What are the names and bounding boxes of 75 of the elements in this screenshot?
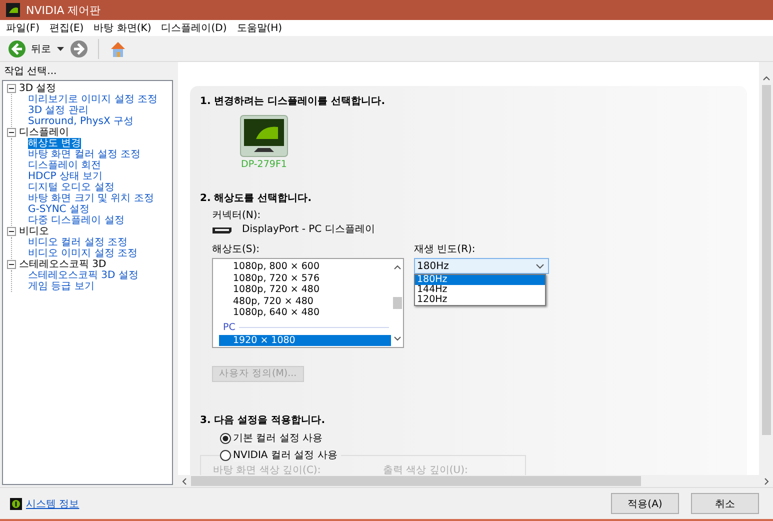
collapse-icon[interactable] [7,128,16,137]
tree-item[interactable]: 3D 설정 [19,83,56,94]
tree-item[interactable]: 스테레오스코픽 3D [19,259,106,270]
scroll-thumb[interactable] [191,476,641,486]
collapse-icon[interactable] [7,84,16,93]
resolution-list[interactable]: 1080p, 800 × 600 1080p, 720 × 576 1080p, 720 × 480 480p, 720 × 480 1080p, 640 × 480 PC 1920 × 1080 [212,258,404,348]
collapse-icon[interactable] [7,260,16,269]
scroll-up-icon[interactable] [762,76,770,81]
home-icon[interactable] [109,40,127,58]
tree-item[interactable]: 디스플레이 [19,127,69,138]
scroll-up-icon[interactable] [394,265,400,270]
dropdown-option[interactable]: 180Hz [415,275,545,285]
section-heading: 2. 해상도를 선택합니다. [200,192,313,206]
tree-item[interactable]: 비디오 컬러 설정 조정 [28,237,128,248]
app-icon [6,3,20,17]
dialog-button[interactable]: 취소 [691,493,759,514]
field-label: 해상도(S): [212,244,261,256]
tree-item[interactable]: 바탕 화면 크기 및 위치 조정 [28,193,154,204]
port-icon [212,226,232,234]
list-item[interactable]: 1080p, 640 × 480 [219,307,391,318]
tree-item[interactable]: 디지털 오디오 설정 [28,182,114,193]
tree-item[interactable]: 디스플레이 회전 [28,160,102,171]
radio-label[interactable]: NVIDIA 컬러 설정 사용 [233,449,342,462]
list-item[interactable]: 480p, 720 × 480 [219,296,391,307]
radio-button[interactable] [220,450,231,461]
list-item[interactable]: 1080p, 720 × 480 [219,284,391,296]
forward-arrow-icon[interactable] [70,40,88,58]
tree-item[interactable]: Surround, PhysX 구성 [28,116,134,127]
menu-item[interactable]: 도움말(H) [236,21,282,35]
back-button[interactable]: 뒤로 [8,40,51,58]
tree-item[interactable]: 스테레오스코픽 3D 설정 [28,270,138,281]
connector-value: DisplayPort - PC 디스플레이 [242,224,375,236]
window-title: NVIDIA 제어판 [26,2,101,18]
tree-item[interactable]: 해상도 변경 [28,138,82,149]
field-label: 출력 색상 깊이(U): [383,465,469,475]
scroll-down-icon[interactable] [394,336,400,341]
tree-item[interactable]: 바탕 화면 컬러 설정 조정 [28,149,141,160]
dropdown-option[interactable]: 144Hz [415,285,545,295]
scroll-right-icon[interactable] [764,478,769,484]
section-heading: 1. 변경하려는 디스플레이를 선택합니다. [200,95,386,109]
monitor-icon[interactable] [240,115,288,157]
scroll-thumb[interactable] [762,85,770,435]
menu-item[interactable]: 바탕 화면(K) [94,21,152,35]
tree-item[interactable]: 다중 디스플레이 설정 [28,215,124,226]
panel-heading: 작업 선택... [3,65,58,79]
menu-item[interactable]: 편집(E) [50,21,84,35]
menu-item[interactable]: 파일(F) [6,21,40,35]
dialog-button[interactable]: 적용(A) [611,493,679,514]
field-label: 재생 빈도(R): [414,244,476,256]
scroll-left-icon[interactable] [182,478,187,484]
refresh-rate-dropdown[interactable]: 180Hz [414,258,549,274]
chevron-down-icon [536,264,544,268]
tree-item[interactable]: 비디오 [19,226,49,237]
system-info-link[interactable]: 시스템 정보 [26,496,80,510]
back-arrow-icon [8,40,26,58]
tree-item[interactable]: 미리보기로 이미지 설정 조정 [28,94,158,105]
field-label: 바탕 화면 색상 깊이(C): [213,465,322,475]
dropdown-option[interactable]: 120Hz [415,295,545,305]
radio-button[interactable] [220,433,231,444]
tree-item[interactable]: G-SYNC 설정 [28,204,90,215]
dropdown-arrow-icon[interactable] [57,46,64,50]
menu-item[interactable]: 디스플레이(D) [161,21,227,35]
scroll-thumb[interactable] [392,297,402,309]
tree-item[interactable]: 게임 등급 보기 [28,281,94,292]
tree-item[interactable]: 3D 설정 관리 [28,105,88,116]
list-item[interactable]: 1920 × 1080 [219,334,391,346]
tree-item[interactable]: 비디오 이미지 설정 조정 [28,248,138,259]
field-label: 커넥터(N): [212,210,262,222]
collapse-icon[interactable] [7,227,16,236]
section-heading: 3. 다음 설정을 적용합니다. [200,414,326,428]
info-icon [10,498,22,510]
tree-item[interactable]: HDCP 상태 보기 [28,171,103,182]
group-label: PC [223,322,236,332]
list-item[interactable]: 1080p, 720 × 576 [219,272,391,284]
list-item[interactable]: 1080p, 800 × 600 [219,261,391,272]
